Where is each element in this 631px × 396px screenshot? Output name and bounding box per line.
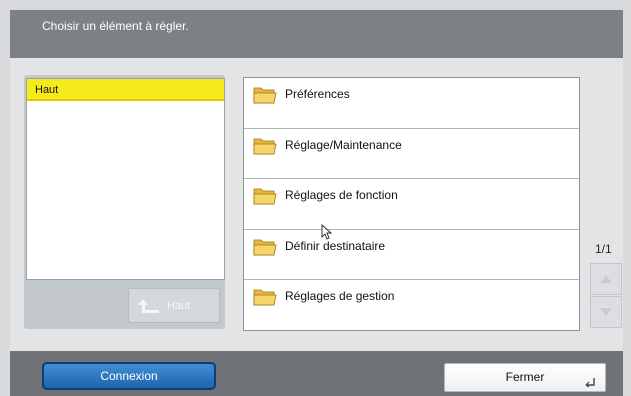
- return-corner-icon: [585, 378, 595, 387]
- folder-icon: [253, 289, 277, 306]
- close-button[interactable]: Fermer: [444, 363, 606, 392]
- list-item-label: Définir destinataire: [285, 238, 386, 253]
- triangle-up-icon: [600, 275, 612, 283]
- folder-icon: [253, 138, 277, 154]
- settings-list: Préférences Réglage/Maintenance Réglages…: [243, 77, 580, 331]
- footer-bar: Connexion Fermer: [10, 351, 623, 396]
- tree-item-top[interactable]: Haut: [27, 79, 224, 101]
- list-item-label: Réglages de fonction: [285, 188, 398, 202]
- tree-list[interactable]: Haut: [26, 78, 225, 280]
- list-item[interactable]: Réglage/Maintenance: [244, 129, 579, 179]
- scroll-up-button[interactable]: [590, 263, 622, 295]
- page-title: Choisir un élément à régler.: [42, 19, 189, 33]
- main-content: Haut Haut Préférences Réglage/Maintenanc…: [10, 58, 623, 351]
- list-item-label: Réglages de gestion: [285, 289, 395, 303]
- folder-icon: [253, 188, 277, 205]
- list-item[interactable]: Préférences: [244, 78, 579, 129]
- up-level-label: Haut: [167, 299, 191, 312]
- tree-panel: Haut Haut: [24, 75, 225, 329]
- list-item-label: Réglage/Maintenance: [285, 137, 402, 152]
- mouse-cursor-icon: [321, 224, 332, 240]
- folder-icon: [253, 87, 277, 104]
- connexion-label: Connexion: [100, 369, 158, 383]
- page-indicator: 1/1: [595, 242, 612, 256]
- close-label: Fermer: [505, 370, 545, 384]
- list-item[interactable]: Réglages de gestion: [244, 280, 579, 331]
- scroll-down-button[interactable]: [590, 296, 622, 328]
- folder-icon: [253, 239, 277, 255]
- list-item-label: Préférences: [285, 87, 350, 101]
- header-bar: Choisir un élément à régler.: [10, 10, 623, 58]
- connexion-button[interactable]: Connexion: [42, 362, 216, 390]
- up-arrow-icon: [138, 298, 159, 313]
- list-item[interactable]: Définir destinataire: [244, 230, 579, 280]
- tree-item-label: Haut: [35, 84, 59, 96]
- up-level-button[interactable]: Haut: [128, 288, 220, 323]
- list-item[interactable]: Réglages de fonction: [244, 179, 579, 230]
- triangle-down-icon: [600, 308, 612, 316]
